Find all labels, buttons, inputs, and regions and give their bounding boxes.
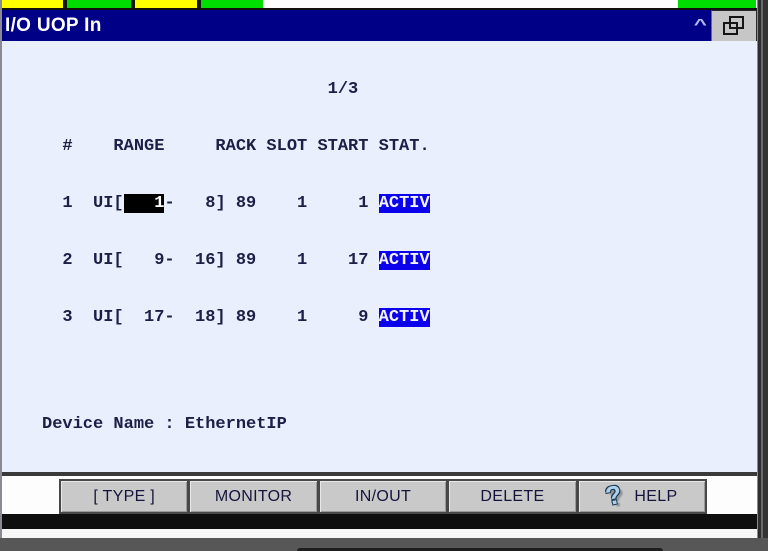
page-indicator: 1/3 <box>327 80 359 99</box>
io-screen-content: 1/3 # RANGE RACK SLOT START STAT. 1 UI[ … <box>2 41 757 472</box>
overlapping-windows-icon <box>723 16 744 35</box>
bezel-strip <box>0 529 768 538</box>
device-name-label: Device Name : EthernetIP <box>42 415 287 434</box>
status-led-green <box>678 0 756 8</box>
collapse-caret-icon[interactable]: ^ <box>694 16 707 33</box>
fkey-inout[interactable]: IN/OUT <box>319 481 447 512</box>
function-key-bar: [ TYPE ] MONITOR IN/OUT DELETE ? HELP <box>59 479 707 514</box>
row-text: 3 UI[ 17- 18] 89 1 9 <box>42 308 379 327</box>
status-led-yellow <box>135 0 197 8</box>
page-title: I/O UOP In <box>5 14 102 36</box>
fkey-help[interactable]: ? HELP <box>578 478 706 512</box>
io-table-header: # RANGE RACK SLOT START STAT. <box>42 137 430 156</box>
teach-pendant-screen: I/O UOP In ^ 1/3 # RANGE RACK SLOT START… <box>0 0 768 551</box>
status-cell: ACTIV <box>378 308 430 327</box>
io-row-3[interactable]: 3 UI[ 17- 18] 89 1 9 ACTIV <box>42 308 430 327</box>
fkey-monitor[interactable]: MONITOR <box>190 481 317 512</box>
row-text: 1 UI[ <box>42 194 124 213</box>
window-split-button[interactable] <box>711 10 757 42</box>
bezel-strip <box>0 514 768 529</box>
fkey-help-label: HELP <box>634 487 678 505</box>
pendant-bezel-left <box>0 0 2 538</box>
row-text: 2 UI[ 9- 16] 89 1 17 <box>42 251 379 270</box>
fkey-delete[interactable]: DELETE <box>449 481 576 512</box>
status-cell: ACTIV <box>378 194 430 213</box>
pendant-bezel-bottom <box>0 538 768 551</box>
pendant-bezel-right <box>757 0 768 538</box>
cursor-field[interactable]: 1 <box>123 194 165 213</box>
page-indicator-line: 1/3 <box>42 80 430 99</box>
fkey-type[interactable]: [ TYPE ] <box>61 481 188 512</box>
io-table: 1/3 # RANGE RACK SLOT START STAT. 1 UI[ … <box>42 42 430 365</box>
io-row-2[interactable]: 2 UI[ 9- 16] 89 1 17 ACTIV <box>42 251 430 270</box>
title-bar: I/O UOP In ^ <box>0 10 768 41</box>
io-row-1[interactable]: 1 UI[ 1- 8] 89 1 1 ACTIV <box>42 194 430 213</box>
status-led-strip <box>0 0 768 8</box>
help-question-icon: ? <box>602 478 626 512</box>
row-text: - 8] 89 1 1 <box>164 194 379 213</box>
status-led-green <box>201 0 263 8</box>
status-led-yellow <box>2 0 63 8</box>
status-led-green <box>67 0 131 8</box>
status-cell: ACTIV <box>378 251 430 270</box>
